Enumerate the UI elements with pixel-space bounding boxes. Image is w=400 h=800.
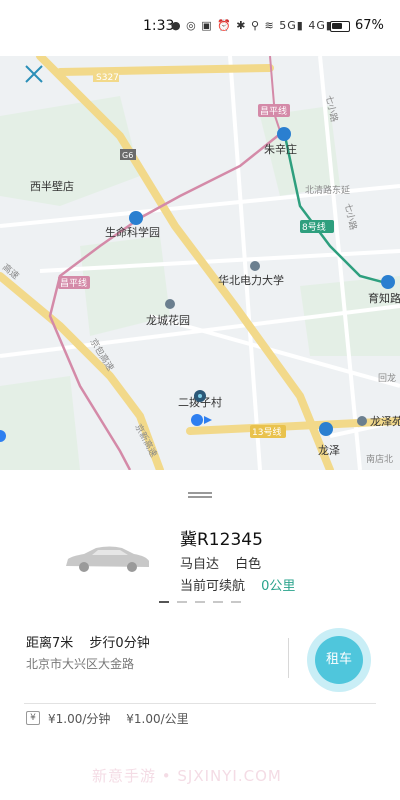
place-label-zhuxinzhuang: 朱辛庄 (264, 142, 297, 156)
divider (24, 703, 376, 704)
car-marker[interactable] (194, 390, 206, 402)
address-text: 北京市大兴区大金路 (26, 657, 135, 671)
place-label-yuzhi: 育知路 (368, 291, 400, 305)
place-label-longze: 龙泽 (318, 444, 340, 457)
car-image (66, 546, 149, 572)
map-view[interactable]: S327 G6 昌平线 昌平线 8号线 13号线 七小路 七小路 北清路东延 京… (0, 56, 400, 470)
rent-button[interactable]: 租车 (307, 628, 371, 692)
user-location-marker (191, 414, 212, 426)
road-label-qixiaolu-mid: 七小路 (342, 202, 359, 231)
price-icon: ¥ (26, 711, 40, 725)
car-color: 白色 (235, 557, 262, 572)
status-bar: 1:33 ● ◎ ▣ ⏰ ✱ ⚲ ≋ 5G▮ 4G▮ 67% (0, 0, 400, 56)
road-label-nandian: 南店北 (366, 453, 393, 465)
pricing-info: ¥1.00/分钟 ¥1.00/公里 (48, 710, 189, 727)
pager-dot[interactable] (195, 601, 205, 603)
road-label-huilong: 回龙 (378, 372, 396, 384)
road-label-beiqinglu: 北清路东延 (305, 184, 350, 196)
price-per-km: ¥1.00/公里 (126, 712, 189, 726)
price-per-minute: ¥1.00/分钟 (48, 712, 111, 726)
road-label-s327: S327 (96, 73, 119, 83)
car-plate: 冀R12345 (180, 530, 263, 550)
distance-info: 距离7米 步行0分钟 (26, 632, 150, 651)
close-icon[interactable] (22, 62, 46, 86)
car-brand: 马自达 (180, 557, 220, 572)
pager-dot[interactable] (231, 601, 241, 603)
car-range-value: 0公里 (261, 579, 296, 594)
road-label-changping-left: 昌平线 (60, 277, 87, 289)
pager-dot[interactable] (213, 601, 223, 603)
car-pager[interactable] (159, 601, 249, 605)
status-icons: ● ◎ ▣ ⏰ ✱ ⚲ ≋ 5G▮ 4G▮ (171, 19, 333, 32)
status-time: 1:33 (143, 18, 175, 34)
rent-button-label[interactable]: 租车 (315, 636, 363, 684)
car-range-label: 当前可续航 (180, 579, 246, 594)
road-label-g6: G6 (122, 151, 133, 160)
pager-dot[interactable] (177, 601, 187, 603)
place-label-xibanbidian: 西半壁店 (30, 179, 74, 193)
road-label-line13: 13号线 (252, 426, 281, 438)
place-label-longcheng: 龙城花园 (146, 314, 190, 327)
road-label-line8: 8号线 (302, 221, 326, 233)
place-label-huabei: 华北电力大学 (218, 273, 284, 287)
battery-fill (332, 23, 342, 29)
car-range: 当前可续航 0公里 (180, 575, 295, 594)
watermark: 新意手游 • SJXINYI.COM (92, 767, 282, 785)
bottom-sheet: 冀R12345 马自达 白色 当前可续航 0公里 距离7米 步行0分钟 北京市大… (0, 470, 400, 800)
place-label-shengming: 生命科学园 (105, 225, 160, 239)
drag-handle[interactable] (188, 492, 212, 498)
car-model-info: 马自达 白色 (180, 553, 261, 572)
walk-time-text: 步行0分钟 (89, 636, 150, 651)
place-label-longze-yuan: 龙泽苑 (370, 415, 400, 428)
road-label-changping-top: 昌平线 (260, 105, 287, 117)
battery-icon (330, 21, 350, 32)
pager-dot[interactable] (159, 601, 169, 603)
divider (288, 638, 289, 678)
battery-percent: 67% (355, 18, 384, 33)
distance-text: 距离7米 (26, 636, 74, 651)
